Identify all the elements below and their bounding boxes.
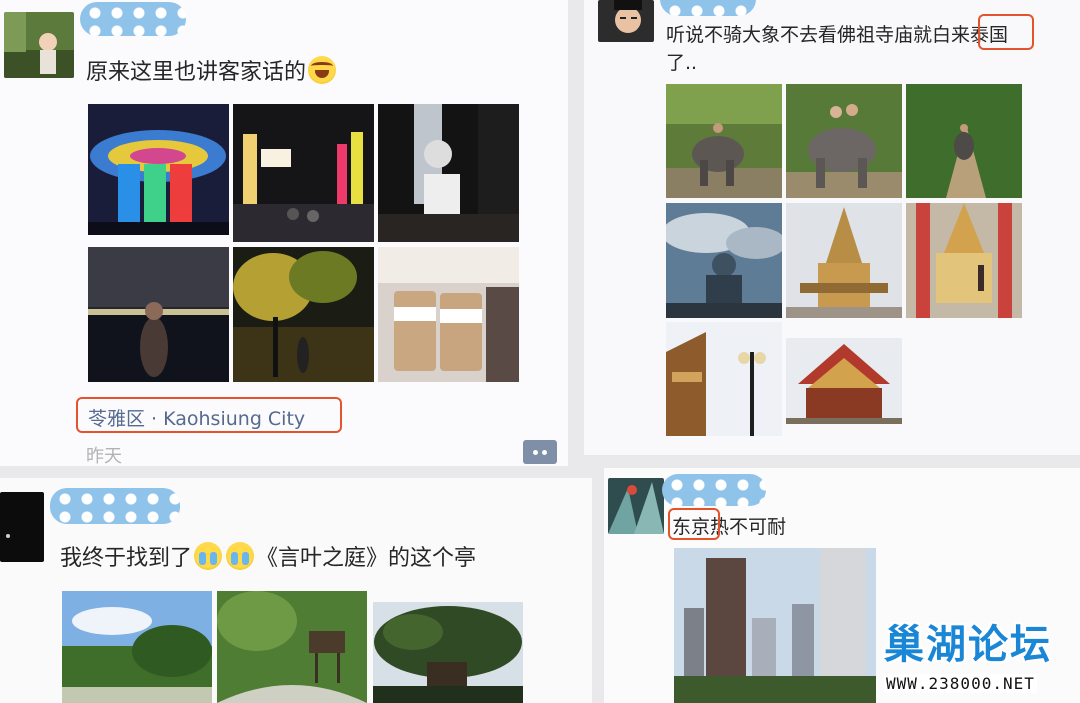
watermark-logo: 巢湖论坛 xyxy=(884,622,1052,668)
avatar[interactable] xyxy=(608,478,664,534)
crying-emoji-icon xyxy=(226,542,255,570)
highlight-box xyxy=(978,14,1034,50)
timestamp: 昨天 xyxy=(86,446,122,466)
photo-thumbnail[interactable] xyxy=(88,247,229,382)
photo-thumbnail[interactable] xyxy=(233,104,374,242)
photo-thumbnail[interactable] xyxy=(674,548,876,703)
post-text-body: 原来这里也讲客家话的 xyxy=(86,60,307,85)
photo-thumbnail[interactable] xyxy=(378,247,519,382)
photo-thumbnail[interactable] xyxy=(786,203,902,318)
avatar[interactable] xyxy=(0,492,44,562)
photo-thumbnail[interactable] xyxy=(378,104,519,242)
photo-thumbnail[interactable] xyxy=(666,322,782,436)
photo-thumbnail[interactable] xyxy=(786,338,902,424)
avatar[interactable] xyxy=(4,12,74,78)
masked-username[interactable] xyxy=(50,488,180,524)
post-text-body: 我终于找到了 xyxy=(60,546,193,571)
crying-emoji-icon xyxy=(194,542,223,570)
moment-card-kaohsiung: 原来这里也讲客家话的 苓雅区 · Kaohsiung City 昨天 xyxy=(0,0,568,466)
photo-thumbnail[interactable] xyxy=(373,602,523,703)
photo-thumbnail[interactable] xyxy=(666,203,782,318)
masked-username[interactable] xyxy=(660,0,756,16)
photo-thumbnail[interactable] xyxy=(786,84,902,198)
watermark-url: WWW.238000.NET xyxy=(884,674,1037,693)
laughing-emoji-icon xyxy=(308,56,337,84)
post-text: 听说不骑大象不去看佛祖寺庙就白来泰国 了.. xyxy=(666,20,1008,75)
highlight-box xyxy=(668,508,720,540)
photo-thumbnail[interactable] xyxy=(62,591,212,703)
masked-username[interactable] xyxy=(662,474,766,506)
location-label[interactable]: 苓雅区 · Kaohsiung City xyxy=(76,397,342,433)
photo-thumbnail[interactable] xyxy=(666,84,782,198)
moment-card-thailand: 听说不骑大象不去看佛祖寺庙就白来泰国 了.. xyxy=(584,0,1080,455)
avatar[interactable] xyxy=(598,0,654,42)
watermark: 巢湖论坛 WWW.238000.NET xyxy=(878,612,1078,702)
photo-thumbnail[interactable] xyxy=(906,203,1022,318)
photo-thumbnail[interactable] xyxy=(88,104,229,235)
photo-thumbnail[interactable] xyxy=(906,84,1022,198)
post-text-line: 了.. xyxy=(666,52,698,74)
post-text: 原来这里也讲客家话的 xyxy=(86,54,338,86)
masked-username[interactable] xyxy=(80,2,186,36)
post-text-line: 听说不骑大象不去看佛祖寺庙就白来泰国 xyxy=(666,24,1009,46)
photo-thumbnail[interactable] xyxy=(217,591,367,703)
photo-thumbnail[interactable] xyxy=(233,247,374,382)
comment-button[interactable] xyxy=(523,440,557,464)
post-text-body: 《言叶之庭》的这个亭 xyxy=(256,546,477,571)
moment-card-garden: 我终于找到了 《言叶之庭》的这个亭 xyxy=(0,478,592,703)
post-text: 我终于找到了 《言叶之庭》的这个亭 xyxy=(60,540,476,572)
